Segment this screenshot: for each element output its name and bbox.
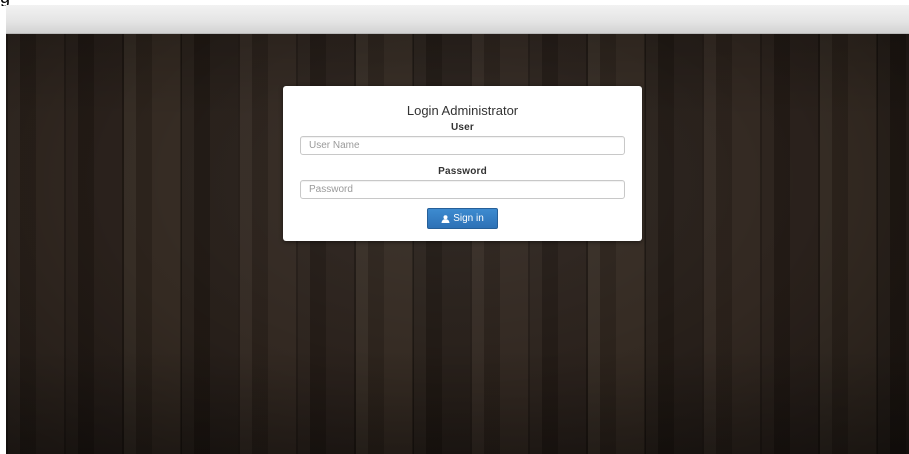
sign-in-button[interactable]: Sign in <box>427 208 498 229</box>
sign-in-label: Sign in <box>453 213 484 224</box>
username-input[interactable] <box>300 136 625 155</box>
password-input[interactable] <box>300 180 625 199</box>
user-label: User <box>450 122 475 133</box>
user-icon <box>441 214 450 223</box>
password-label: Password <box>438 166 487 177</box>
login-title: Login Administrator <box>406 103 519 118</box>
browser-frame: Login Administrator User Password Sign i… <box>6 5 909 454</box>
top-bar <box>6 5 909 34</box>
login-panel: Login Administrator User Password Sign i… <box>283 86 642 241</box>
